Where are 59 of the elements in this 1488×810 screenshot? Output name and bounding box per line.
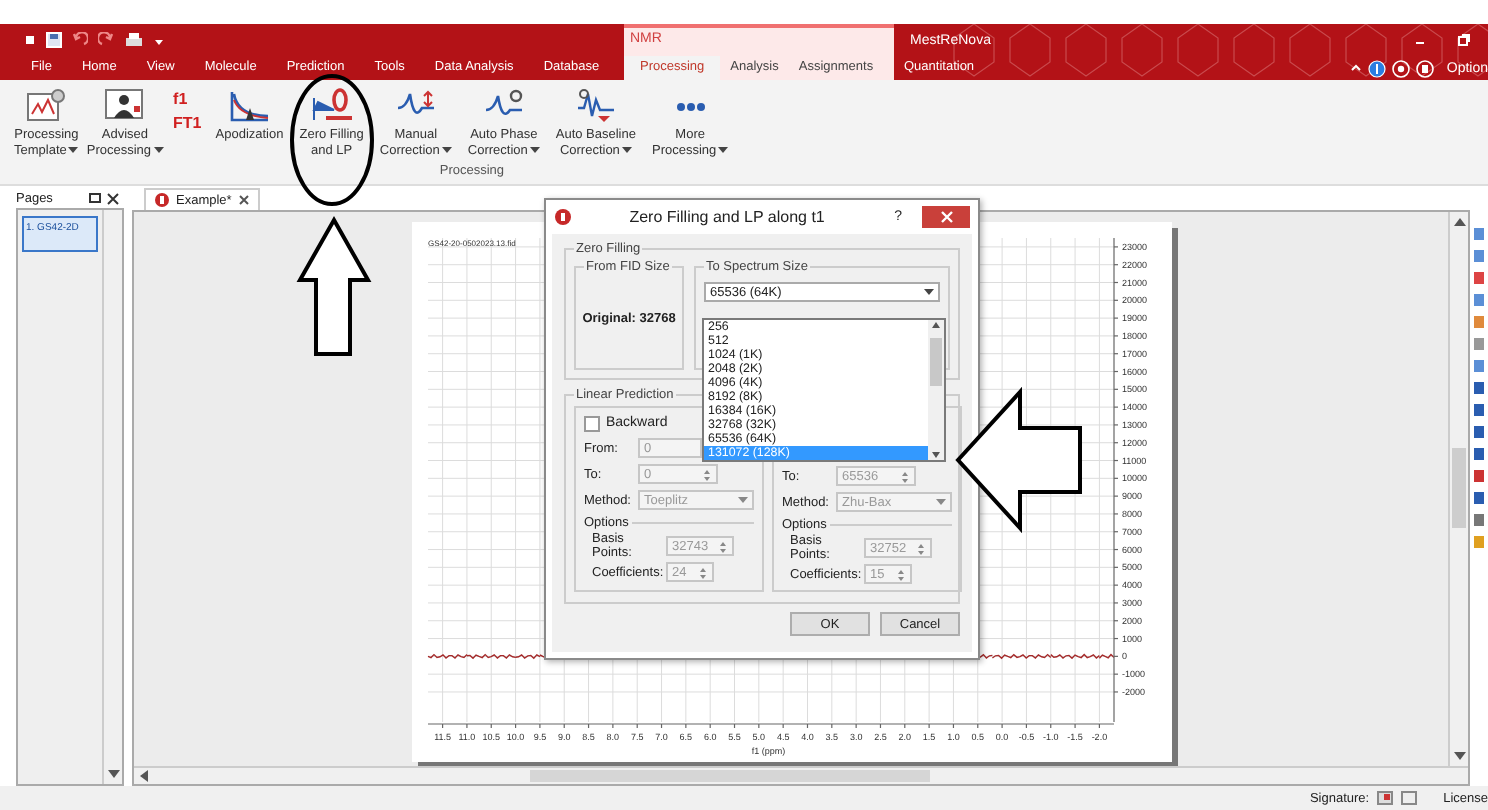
annotation-circle bbox=[290, 74, 374, 206]
decay-curve-icon bbox=[227, 88, 272, 124]
scroll-up-icon[interactable] bbox=[930, 320, 942, 330]
pin-icon[interactable] bbox=[88, 192, 102, 206]
caret-icon bbox=[936, 498, 946, 506]
document-icon[interactable] bbox=[1416, 59, 1435, 77]
spin-arrows-icon bbox=[900, 469, 910, 483]
scroll-down-icon[interactable] bbox=[930, 450, 942, 460]
scroll-thumb[interactable] bbox=[930, 338, 942, 386]
print-icon[interactable] bbox=[124, 32, 144, 48]
info-icon[interactable] bbox=[1368, 59, 1387, 77]
close-icon bbox=[939, 210, 953, 224]
spin-arrows-icon bbox=[698, 565, 708, 579]
signature-icon[interactable] bbox=[1375, 790, 1394, 806]
caret-icon bbox=[718, 146, 729, 155]
caret-icon bbox=[621, 146, 632, 155]
collapse-ribbon-icon[interactable] bbox=[1350, 62, 1363, 74]
spin-arrows-icon bbox=[718, 539, 728, 553]
baseline-icon bbox=[573, 88, 618, 124]
scroll-down-icon[interactable] bbox=[105, 768, 121, 780]
scroll-thumb[interactable] bbox=[1452, 448, 1466, 528]
dialog-title: Zero Filling and LP along t1 bbox=[627, 208, 827, 226]
certificate-icon[interactable] bbox=[1399, 790, 1418, 806]
caret-icon bbox=[529, 146, 540, 155]
caret-icon bbox=[924, 288, 934, 296]
scroll-up-icon[interactable] bbox=[1451, 216, 1467, 228]
caret-icon bbox=[738, 496, 748, 504]
app-icon[interactable] bbox=[24, 34, 36, 46]
ribbon-small-button[interactable]: FT1 bbox=[173, 114, 202, 132]
scrollbar[interactable] bbox=[1448, 212, 1468, 766]
settings-icon[interactable] bbox=[1392, 59, 1411, 77]
caret-icon bbox=[153, 146, 164, 155]
redo-icon[interactable] bbox=[98, 32, 114, 48]
document-icon bbox=[154, 192, 170, 208]
close-icon[interactable] bbox=[237, 194, 250, 206]
restore-icon[interactable] bbox=[1456, 32, 1472, 48]
checkbox[interactable] bbox=[584, 415, 600, 431]
spin-arrows-icon bbox=[896, 567, 906, 581]
spin-arrows-icon bbox=[916, 541, 926, 555]
app-logo-icon bbox=[554, 208, 572, 226]
scroll-down-icon[interactable] bbox=[1451, 750, 1467, 762]
person-screen-icon bbox=[104, 88, 145, 124]
undo-icon[interactable] bbox=[72, 32, 88, 48]
more-icon bbox=[675, 102, 706, 112]
template-icon bbox=[26, 88, 67, 124]
caret-icon bbox=[441, 146, 452, 155]
scroll-left-icon[interactable] bbox=[138, 768, 150, 784]
caret-icon bbox=[68, 146, 79, 155]
annotation-arrow bbox=[296, 215, 372, 356]
save-icon[interactable] bbox=[46, 32, 62, 48]
spin-arrows-icon bbox=[702, 467, 712, 481]
scroll-thumb[interactable] bbox=[530, 770, 930, 782]
scrollbar[interactable] bbox=[102, 210, 122, 784]
ribbon-small-button[interactable]: f1 bbox=[173, 90, 202, 108]
scrollbar[interactable] bbox=[928, 320, 944, 460]
scrollbar[interactable] bbox=[134, 766, 1468, 784]
close-button[interactable] bbox=[922, 206, 970, 228]
zero-fill-icon bbox=[309, 88, 354, 124]
close-icon[interactable] bbox=[106, 192, 120, 206]
